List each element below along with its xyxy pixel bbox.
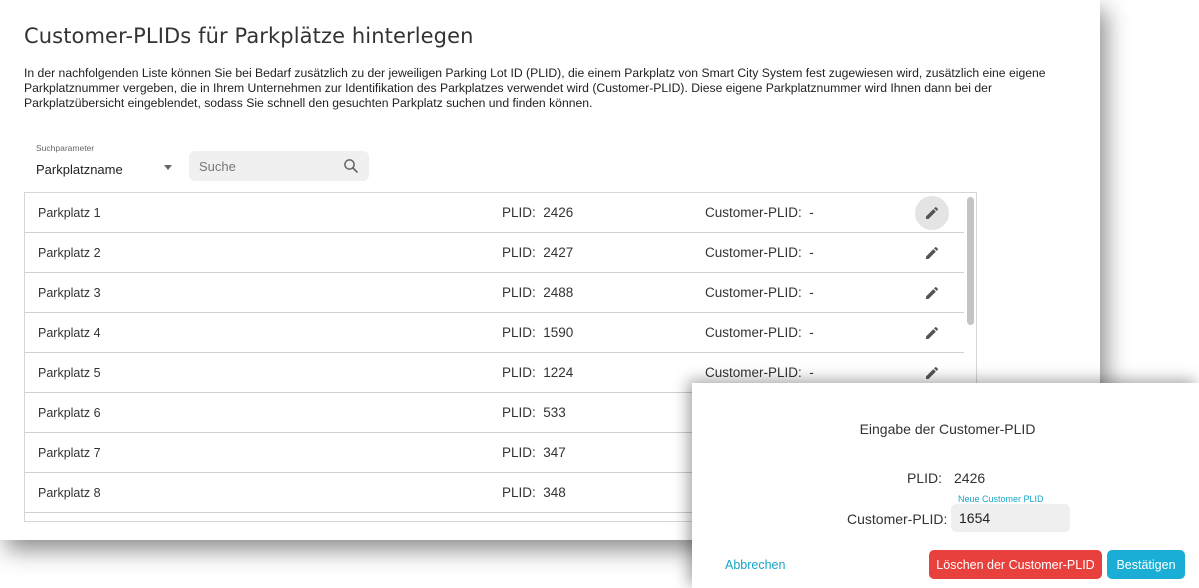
pencil-icon — [926, 206, 939, 219]
list-row: Parkplatz 1 PLID: 2426 Customer-PLID: - — [25, 193, 964, 233]
row-customer-plid: Customer-PLID: - — [705, 365, 814, 380]
row-customer-plid: Customer-PLID: - — [705, 245, 814, 260]
row-cplid-label: Customer-PLID: — [705, 365, 802, 380]
edit-button[interactable] — [915, 196, 949, 230]
confirm-button[interactable]: Bestätigen — [1107, 550, 1185, 579]
input-float-label: Neue Customer PLID — [958, 494, 1044, 504]
row-plid-value: 2488 — [543, 285, 574, 300]
row-plid-label: PLID: — [502, 445, 536, 460]
row-plid-value: 347 — [543, 445, 566, 460]
row-customer-plid: Customer-PLID: - — [705, 205, 814, 220]
row-plid: PLID: 2426 — [502, 205, 573, 220]
row-plid-value: 2427 — [543, 245, 574, 260]
customer-plid-input[interactable] — [951, 504, 1070, 532]
row-customer-plid: Customer-PLID: - — [705, 325, 814, 340]
cancel-button[interactable]: Abbrechen — [725, 558, 785, 572]
edit-button[interactable] — [915, 316, 949, 350]
pencil-icon — [926, 366, 939, 379]
row-plid: PLID: 347 — [502, 445, 566, 460]
row-plid: PLID: 1590 — [502, 325, 573, 340]
edit-customer-plid-dialog: Eingabe der Customer-PLID PLID: 2426 Neu… — [692, 383, 1199, 588]
row-name: Parkplatz 6 — [38, 406, 101, 420]
row-name: Parkplatz 3 — [38, 286, 101, 300]
search-input[interactable] — [189, 151, 339, 181]
caret-down-icon — [164, 165, 172, 170]
page-description: In der nachfolgenden Liste können Sie be… — [24, 66, 1046, 110]
row-plid-value: 1590 — [543, 325, 574, 340]
edit-button[interactable] — [915, 236, 949, 270]
row-plid-label: PLID: — [502, 285, 536, 300]
row-plid-label: PLID: — [502, 485, 536, 500]
delete-customer-plid-button[interactable]: Löschen der Customer-PLID — [929, 550, 1102, 579]
row-cplid-label: Customer-PLID: — [705, 205, 802, 220]
search-param-value: Parkplatzname — [36, 161, 123, 177]
row-name: Parkplatz 2 — [38, 246, 101, 260]
dialog-customer-plid-label: Customer-PLID: — [847, 511, 948, 527]
row-name: Parkplatz 7 — [38, 446, 101, 460]
list-row: Parkplatz 4 PLID: 1590 Customer-PLID: - — [25, 313, 964, 353]
row-plid: PLID: 2427 — [502, 245, 573, 260]
dialog-plid-label: PLID: — [907, 470, 943, 486]
row-name: Parkplatz 4 — [38, 326, 101, 340]
edit-button[interactable] — [915, 276, 949, 310]
search-param-select[interactable]: Parkplatzname — [36, 158, 176, 180]
row-plid: PLID: 1224 — [502, 365, 573, 380]
row-plid-value: 2426 — [543, 205, 574, 220]
row-cplid-value: - — [809, 325, 814, 340]
row-cplid-value: - — [809, 245, 814, 260]
row-plid-value: 1224 — [543, 365, 574, 380]
search-icon[interactable] — [343, 158, 359, 174]
row-plid: PLID: 348 — [502, 485, 566, 500]
row-plid-label: PLID: — [502, 205, 536, 220]
list-row: Parkplatz 2 PLID: 2427 Customer-PLID: - — [25, 233, 964, 273]
row-name: Parkplatz 5 — [38, 366, 101, 380]
row-plid-label: PLID: — [502, 245, 536, 260]
row-cplid-value: - — [809, 205, 814, 220]
row-plid-value: 533 — [543, 405, 566, 420]
row-plid-label: PLID: — [502, 325, 536, 340]
row-plid: PLID: 533 — [502, 405, 566, 420]
row-cplid-label: Customer-PLID: — [705, 285, 802, 300]
row-customer-plid: Customer-PLID: - — [705, 285, 814, 300]
row-plid: PLID: 2488 — [502, 285, 573, 300]
pencil-icon — [926, 286, 939, 299]
pencil-icon — [926, 246, 939, 259]
row-cplid-value: - — [809, 285, 814, 300]
dialog-title: Eingabe der Customer-PLID — [859, 421, 1036, 437]
row-cplid-value: - — [809, 365, 814, 380]
row-plid-value: 348 — [543, 485, 566, 500]
page-title: Customer-PLIDs für Parkplätze hinterlege… — [24, 24, 474, 48]
row-cplid-label: Customer-PLID: — [705, 245, 802, 260]
dialog-plid-value: 2426 — [954, 470, 986, 486]
row-cplid-label: Customer-PLID: — [705, 325, 802, 340]
list-row: Parkplatz 3 PLID: 2488 Customer-PLID: - — [25, 273, 964, 313]
search-box[interactable] — [189, 151, 369, 181]
list-scrollbar[interactable] — [967, 197, 974, 325]
row-name: Parkplatz 8 — [38, 486, 101, 500]
pencil-icon — [926, 326, 939, 339]
row-plid-label: PLID: — [502, 405, 536, 420]
row-name: Parkplatz 1 — [38, 206, 101, 220]
row-plid-label: PLID: — [502, 365, 536, 380]
search-param-label: Suchparameter — [36, 143, 95, 153]
